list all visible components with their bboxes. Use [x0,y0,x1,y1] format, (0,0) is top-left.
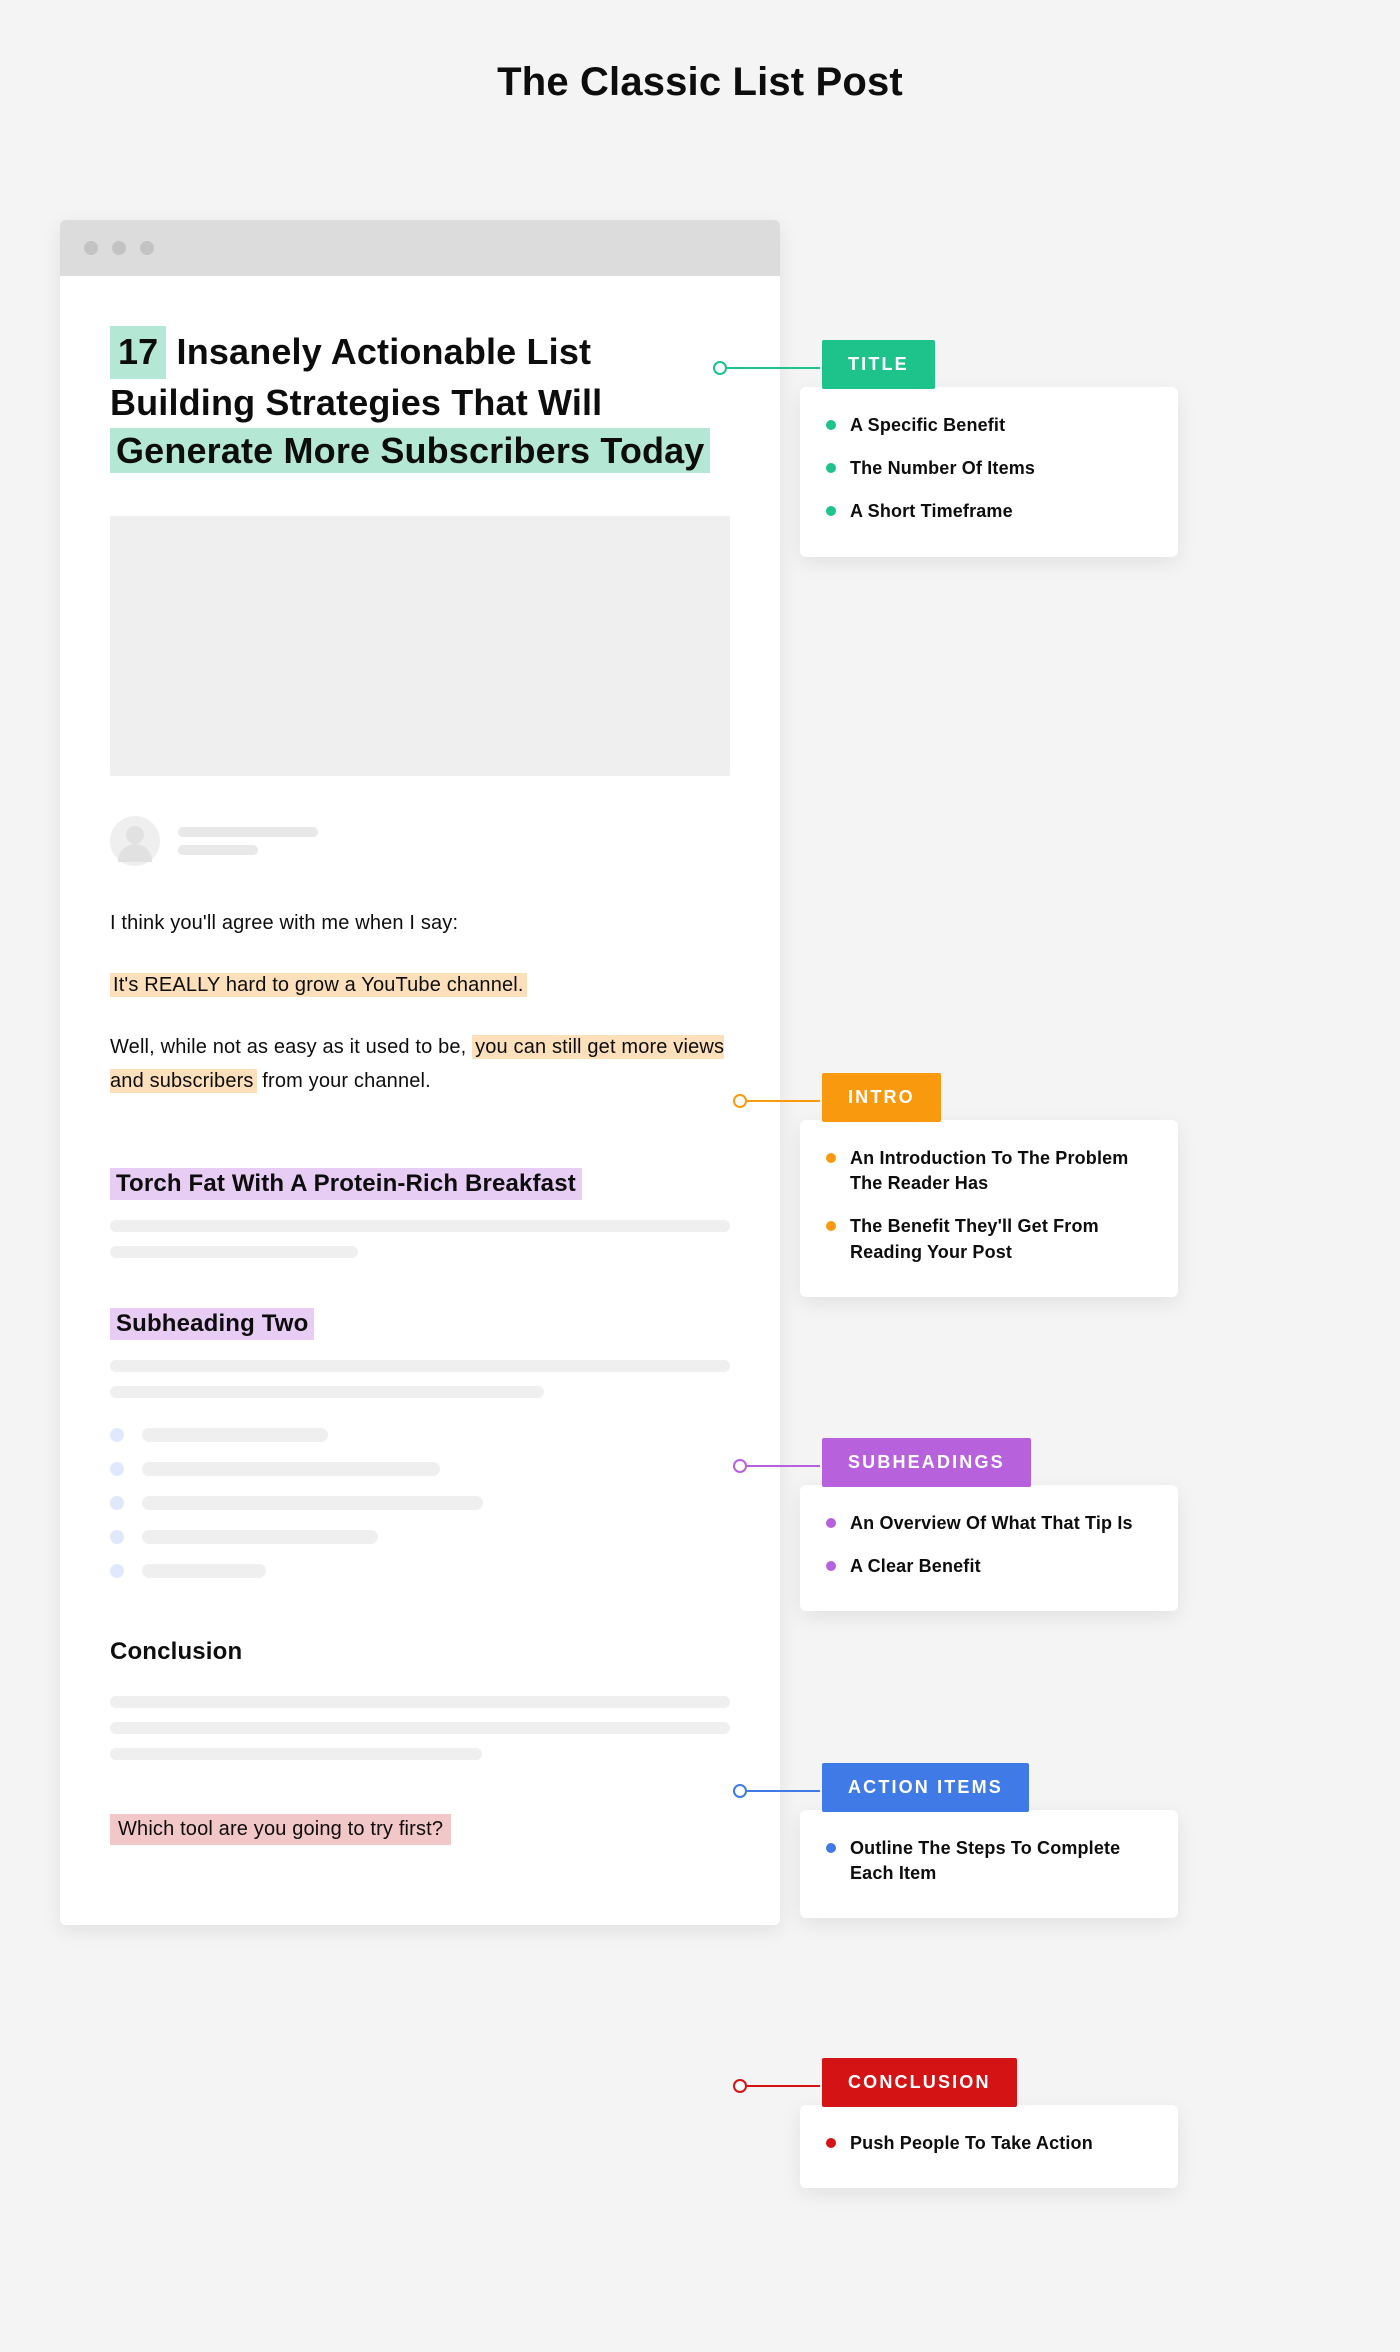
author-row [110,816,730,866]
avatar-icon [110,816,160,866]
annotation-card: Push People To Take Action [800,2105,1178,2188]
annotation-tag: TITLE [822,340,935,389]
subheading-1: Torch Fat With A Protein-Rich Breakfast [110,1168,730,1200]
title-text: Insanely Actionable List Building Strate… [110,331,602,423]
window-dot-icon [84,241,98,255]
page-title: The Classic List Post [0,60,1400,105]
bullet-icon [110,1496,124,1510]
annotation-conclusion: CONCLUSION Push People To Take Action [800,2058,1178,2188]
annotation-intro: INTRO An Introduction To The Problem The… [800,1073,1178,1297]
annotation-card: Outline The Steps To Complete Each Item [800,1810,1178,1918]
intro-line: I think you'll agree with me when I say: [110,906,730,940]
annotation-tag: CONCLUSION [822,2058,1017,2107]
bullet-icon [110,1428,124,1442]
intro-paragraph: Well, while not as easy as it used to be… [110,1030,730,1098]
window-dot-icon [112,241,126,255]
annotation-card: An Introduction To The Problem The Reade… [800,1120,1178,1297]
bullet-icon [110,1462,124,1476]
annotation-title: TITLE A Specific Benefit The Number Of I… [800,340,1178,557]
annotation-tag: INTRO [822,1073,941,1122]
title-number-highlight: 17 [110,326,166,379]
conclusion-cta-highlight: Which tool are you going to try first? [110,1814,451,1845]
intro-highlight-1: It's REALLY hard to grow a YouTube chann… [110,968,730,1002]
browser-mockup: 17 Insanely Actionable List Building Str… [60,220,780,1925]
conclusion-heading: Conclusion [110,1638,730,1666]
bullet-icon [110,1530,124,1544]
annotation-action-items: ACTION ITEMS Outline The Steps To Comple… [800,1763,1178,1918]
window-dot-icon [140,241,154,255]
article-title: 17 Insanely Actionable List Building Str… [110,326,730,476]
placeholder-text [110,1220,730,1258]
annotation-card: A Specific Benefit The Number Of Items A… [800,387,1178,557]
bullet-icon [110,1564,124,1578]
annotation-tag: ACTION ITEMS [822,1763,1029,1812]
subheading-2: Subheading Two [110,1308,730,1340]
title-benefit-highlight: Generate More Subscribers Today [110,428,710,473]
browser-body: 17 Insanely Actionable List Building Str… [60,276,780,1925]
annotation-card: An Overview Of What That Tip Is A Clear … [800,1485,1178,1611]
annotation-subheadings: SUBHEADINGS An Overview Of What That Tip… [800,1438,1178,1611]
annotation-tag: SUBHEADINGS [822,1438,1031,1487]
action-items-list [110,1428,730,1578]
placeholder-text [110,1360,730,1398]
author-meta-placeholder [178,827,318,855]
placeholder-text [110,1696,730,1760]
browser-titlebar [60,220,780,276]
hero-image-placeholder [110,516,730,776]
